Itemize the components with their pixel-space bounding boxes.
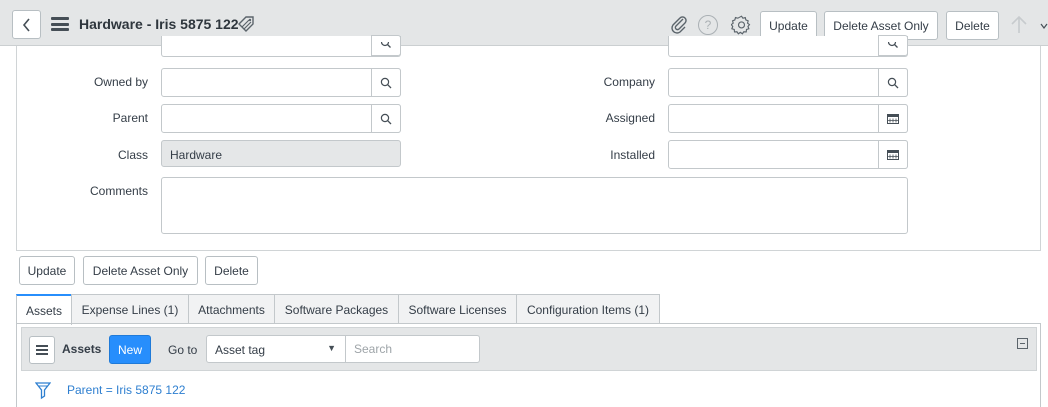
parent-lookup-button[interactable] <box>371 104 401 133</box>
owned-by-lookup-button[interactable] <box>371 68 401 97</box>
parent-field[interactable] <box>161 104 401 133</box>
update-button[interactable]: Update <box>19 256 75 285</box>
scrolled-field-right[interactable] <box>668 35 908 57</box>
calendar-icon <box>887 114 899 124</box>
tab-software-packages[interactable]: Software Packages <box>274 294 399 324</box>
back-button[interactable] <box>12 10 41 39</box>
parent-label: Parent <box>112 111 148 125</box>
company-label: Company <box>603 75 655 89</box>
lookup-button[interactable] <box>371 35 401 56</box>
help-icon[interactable]: ? <box>698 15 718 35</box>
owned-by-field[interactable] <box>161 68 401 97</box>
tab-attachments[interactable]: Attachments <box>188 294 275 324</box>
search-input[interactable] <box>345 335 480 363</box>
assigned-calendar-button[interactable] <box>878 104 908 133</box>
installed-field[interactable] <box>668 140 908 169</box>
header-delete-button[interactable]: Delete <box>946 11 999 40</box>
comments-textarea[interactable] <box>161 177 908 234</box>
goto-field-select[interactable]: Asset tag ▼ <box>206 335 346 363</box>
list-menu-button[interactable] <box>29 336 55 364</box>
tab-software-licenses[interactable]: Software Licenses <box>398 294 517 324</box>
paperclip-icon[interactable] <box>669 14 689 34</box>
search-icon <box>380 113 392 124</box>
installed-label: Installed <box>610 148 655 162</box>
comments-label: Comments <box>89 184 148 198</box>
company-lookup-button[interactable] <box>878 68 908 97</box>
goto-label: Go to <box>168 343 198 357</box>
delete-asset-only-button[interactable]: Delete Asset Only <box>83 256 198 285</box>
lookup-button[interactable] <box>878 35 908 56</box>
context-menu-icon[interactable] <box>51 17 69 31</box>
arrow-down-icon[interactable] <box>1040 22 1048 30</box>
search-icon <box>380 77 392 88</box>
company-field[interactable] <box>668 68 908 97</box>
tab-expense-lines[interactable]: Expense Lines (1) <box>71 294 189 324</box>
installed-calendar-button[interactable] <box>878 140 908 169</box>
owned-by-label: Owned by <box>93 75 148 89</box>
arrow-up-icon[interactable] <box>1010 15 1028 35</box>
chevron-down-icon: ▼ <box>327 343 336 353</box>
tab-assets[interactable]: Assets <box>16 294 72 325</box>
goto-selected-value: Asset tag <box>215 343 266 357</box>
filter-breadcrumb-link[interactable]: Parent = Iris 5875 122 <box>67 383 185 397</box>
tab-configuration-items[interactable]: Configuration Items (1) <box>516 294 660 324</box>
assigned-field[interactable] <box>668 104 908 133</box>
delete-button[interactable]: Delete <box>205 256 258 285</box>
tags-icon[interactable] <box>236 15 256 35</box>
search-icon <box>887 41 898 48</box>
class-label: Class <box>117 148 148 162</box>
scrolled-field-left[interactable] <box>161 35 401 57</box>
class-value: Hardware <box>170 148 223 162</box>
calendar-icon <box>887 150 899 160</box>
search-icon <box>887 77 899 88</box>
collapse-icon[interactable] <box>1017 338 1028 349</box>
assigned-label: Assigned <box>605 111 655 125</box>
record-title: Hardware - Iris 5875 122 <box>79 16 239 32</box>
gear-icon[interactable] <box>731 14 752 35</box>
new-button[interactable]: New <box>109 335 151 364</box>
filter-icon[interactable] <box>35 381 51 401</box>
chevron-left-icon <box>22 17 30 32</box>
list-title: Assets <box>62 342 102 356</box>
class-field: Hardware <box>161 140 401 167</box>
search-icon <box>380 41 391 48</box>
